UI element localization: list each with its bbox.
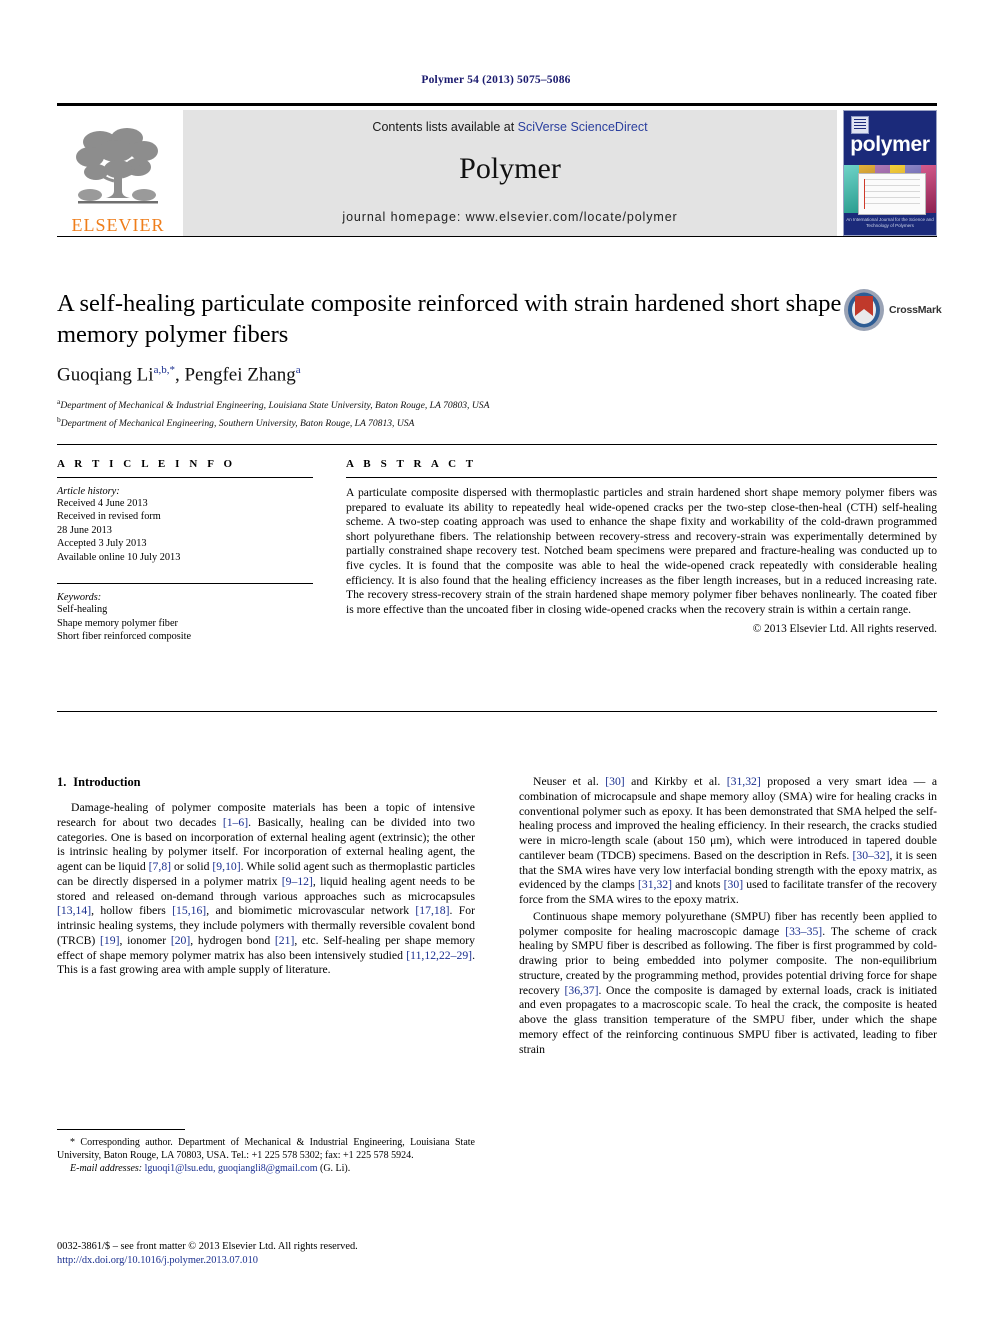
affiliation-text: Department of Mechanical Engineering, So… [60,418,415,430]
citation-link[interactable]: [7,8] [149,860,171,873]
citation-link[interactable]: [20] [171,934,190,947]
article-history-item: Received 4 June 2013 [57,498,148,509]
citation-link[interactable]: [13,14] [57,904,91,917]
author-name: Guoqiang Li [57,364,154,386]
journal-homepage-link[interactable]: journal homepage: www.elsevier.com/locat… [183,210,837,224]
affiliation-item: aDepartment of Mechanical & Industrial E… [57,395,937,413]
citation-link[interactable]: [15,16] [172,904,206,917]
cover-publisher-badge-icon [851,116,869,134]
abstract-column: A B S T R A C T A particulate composite … [346,458,937,644]
elsevier-logo: ELSEVIER [57,110,179,236]
article-info-column: A R T I C L E I N F O Article history: R… [57,458,313,644]
section-heading-introduction: 1. Introduction [57,775,475,790]
body-paragraph: Damage-healing of polymer composite mate… [57,801,476,977]
citation-link[interactable]: [31,32] [638,878,672,891]
citation-link[interactable]: [33–35] [785,925,822,938]
section-title: Introduction [73,775,141,789]
author-marks: a [295,364,301,376]
article-info-heading: A R T I C L E I N F O [57,458,236,470]
body-paragraph: Continuous shape memory polyurethane (SM… [519,909,938,1056]
citation-link[interactable]: [36,37] [564,984,598,997]
title-divider [57,236,937,237]
citation-link[interactable]: [31,32] [727,775,761,788]
doi-link[interactable]: http://dx.doi.org/10.1016/j.polymer.2013… [57,1254,517,1268]
article-history-label: Article history: [57,486,120,497]
article-history-item: 28 June 2013 [57,524,112,536]
contents-prefix: Contents lists available at [372,120,518,134]
footnote-block: * Corresponding author. Department of Me… [57,1136,475,1175]
footnote-divider [57,1129,185,1130]
contents-available-line: Contents lists available at SciVerse Sci… [183,120,837,134]
body-paragraph: Neuser et al. [30] and Kirkby et al. [31… [519,775,938,906]
journal-band: Contents lists available at SciVerse Sci… [183,110,837,236]
citation-link[interactable]: [9,10] [212,860,240,873]
front-matter-block: 0032-3861/$ – see front matter © 2013 El… [57,1240,517,1268]
citation-link[interactable]: [30] [724,878,743,891]
citation-link[interactable]: [17,18] [415,904,449,917]
elsevier-tree-icon [76,128,158,204]
issn-front-matter: 0032-3861/$ – see front matter © 2013 El… [57,1241,358,1252]
author-marks: a,b,* [153,364,175,376]
email-label: E-mail addresses: [70,1163,143,1175]
section-number: 1. [57,775,67,789]
abstract-copyright: © 2013 Elsevier Ltd. All rights reserved… [752,623,937,636]
email-note: E-mail addresses: lguoqi1@lsu.edu, guoqi… [57,1162,475,1175]
info-divider-bottom [57,711,937,712]
corresponding-author-note: * Corresponding author. Department of Me… [57,1137,475,1162]
article-history-item: Received in revised form [57,511,161,523]
crossmark-label: CrossMark [889,304,942,316]
affiliation-item: bDepartment of Mechanical Engineering, S… [57,413,937,431]
crossmark-badge[interactable]: CrossMark [843,288,942,332]
email-suffix: (G. Li). [319,1163,351,1175]
journal-title: Polymer [459,152,561,185]
affiliation-list: aDepartment of Mechanical & Industrial E… [57,395,937,430]
affiliation-text: Department of Mechanical & Industrial En… [60,400,490,412]
elsevier-wordmark: ELSEVIER [71,215,165,235]
author-name: Pengfei Zhang [184,364,296,386]
citation-link[interactable]: [21] [275,934,294,947]
article-history-item: Available online 10 July 2013 [57,551,181,563]
cover-footer-text: An International Journal for the Science… [846,216,934,229]
cover-journal-title: polymer [850,133,930,156]
cover-inset-figure [858,173,926,215]
body-columns: 1. Introduction Damage-healing of polymer… [57,775,937,1059]
keyword-item: Self-healing [57,604,108,616]
citation-link[interactable]: [19] [100,934,119,947]
abstract-text: A particulate composite dispersed with t… [346,486,937,616]
journal-cover-thumbnail: polymer An International Journal for the… [843,110,937,236]
citation-link[interactable]: [11,12,22–29] [406,949,472,962]
keywords-rule [57,583,313,585]
running-head: Polymer 54 (2013) 5075–5086 [421,74,571,86]
citation-link[interactable]: [30] [605,775,624,788]
citation-link[interactable]: [9–12] [282,875,313,888]
article-info-rule [57,477,313,478]
keywords-label: Keywords: [57,592,102,604]
info-divider-top [57,444,937,445]
body-column-right: Neuser et al. [30] and Kirkby et al. [31… [519,775,937,1059]
body-column-left: 1. Introduction Damage-healing of polymer… [57,775,475,1059]
keyword-item: Shape memory polymer fiber [57,617,178,629]
keyword-item: Short fiber reinforced composite [57,631,192,643]
email-addresses[interactable]: lguoqi1@lsu.edu, guoqiangli8@gmail.com [145,1163,318,1174]
author-list: Guoqiang Lia,b,*, Pengfei Zhanga [57,364,301,386]
abstract-heading: A B S T R A C T [346,458,477,470]
page-title: A self-healing particulate composite rei… [57,290,842,348]
sciencedirect-link[interactable]: SciVerse ScienceDirect [518,120,648,134]
crossmark-icon [844,289,884,331]
info-abstract-zone: A R T I C L E I N F O Article history: R… [57,458,937,644]
article-history-item: Accepted 3 July 2013 [57,538,147,550]
journal-article-page: Polymer 54 (2013) 5075–5086 ELSEVIER Con… [0,0,992,1323]
citation-link[interactable]: [30–32] [853,849,890,862]
citation-link[interactable]: [1–6] [223,816,248,829]
title-block: CrossMark A self-healing particulate com… [57,288,942,431]
abstract-rule [346,477,937,478]
journal-masthead: ELSEVIER Contents lists available at Sci… [57,103,937,236]
